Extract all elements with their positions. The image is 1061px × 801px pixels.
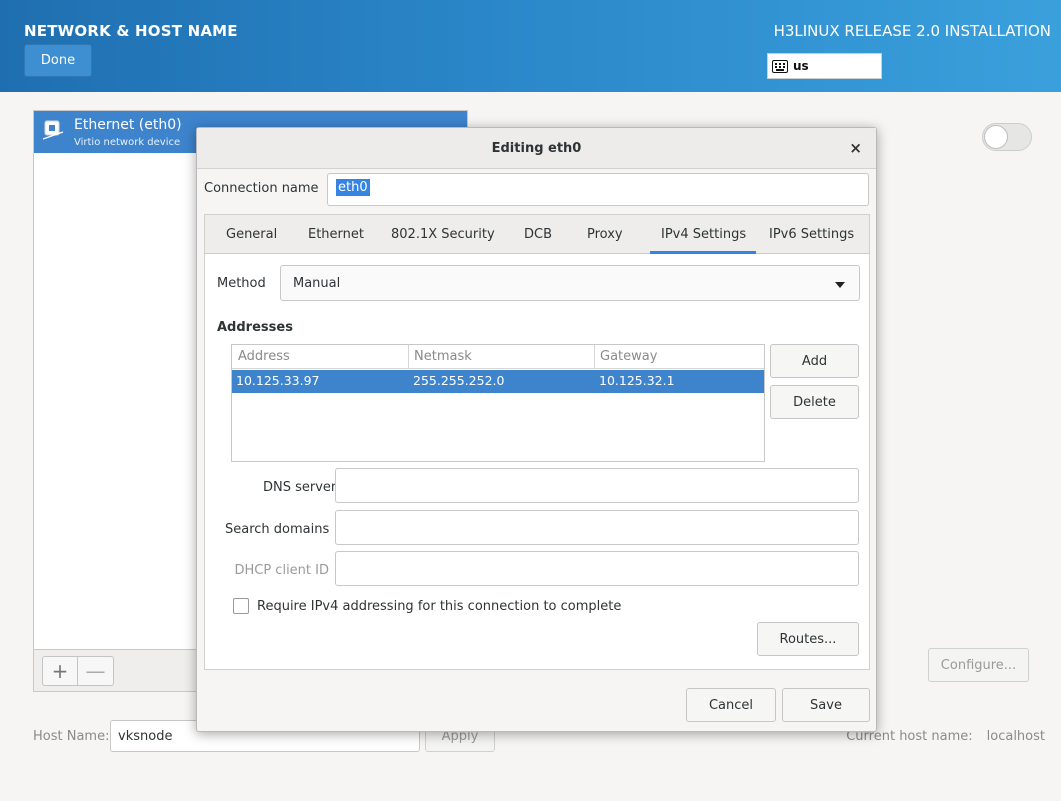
require-ipv4-row[interactable]: Require IPv4 addressing for this connect…	[233, 598, 621, 614]
current-hostname-value: localhost	[986, 729, 1045, 744]
dhcp-client-id-input[interactable]	[335, 551, 859, 586]
dhcp-client-id-label: DHCP client ID	[234, 563, 329, 578]
done-button[interactable]: Done	[24, 44, 92, 77]
dialog-title: Editing eth0	[491, 140, 582, 156]
tab-8021x-security[interactable]: 802.1X Security	[391, 227, 495, 242]
header-bar: NETWORK & HOST NAME Done H3LINUX RELEASE…	[0, 0, 1061, 92]
table-row[interactable]: 10.125.33.97 255.255.252.0 10.125.32.1	[232, 370, 764, 393]
tab-general[interactable]: General	[226, 227, 277, 242]
chevron-down-icon	[835, 282, 845, 288]
column-header-gateway[interactable]: Gateway	[600, 349, 657, 364]
tab-proxy[interactable]: Proxy	[587, 227, 623, 242]
search-domains-input[interactable]	[335, 510, 859, 545]
settings-tabs: General Ethernet 802.1X Security DCB Pro…	[204, 214, 870, 254]
keyboard-layout-indicator[interactable]: us	[767, 53, 882, 79]
method-value: Manual	[293, 276, 341, 291]
ethernet-icon	[42, 120, 64, 140]
delete-address-button[interactable]: Delete	[770, 385, 859, 419]
column-header-netmask[interactable]: Netmask	[414, 349, 472, 364]
connection-name-label: Connection name	[204, 181, 319, 196]
product-title: H3LINUX RELEASE 2.0 INSTALLATION	[773, 22, 1051, 40]
method-label: Method	[217, 276, 266, 291]
add-device-button[interactable]: +	[42, 656, 78, 686]
current-hostname: Current host name: localhost	[846, 729, 1045, 744]
connection-name-value: eth0	[336, 179, 370, 196]
tab-dcb[interactable]: DCB	[524, 227, 552, 242]
ipv4-settings-panel: Method Manual Addresses Address Netmask …	[204, 254, 870, 670]
addresses-table-header: Address Netmask Gateway	[232, 345, 764, 369]
tab-ipv4-settings[interactable]: IPv4 Settings	[661, 227, 746, 242]
gateway-cell[interactable]: 10.125.32.1	[599, 373, 675, 388]
dialog-titlebar: Editing eth0 ×	[197, 128, 876, 169]
tab-ethernet[interactable]: Ethernet	[308, 227, 364, 242]
addresses-heading: Addresses	[217, 320, 293, 335]
method-dropdown[interactable]: Manual	[280, 265, 860, 301]
save-button[interactable]: Save	[782, 688, 870, 722]
column-divider	[408, 345, 409, 369]
netmask-cell[interactable]: 255.255.252.0	[413, 373, 504, 388]
keyboard-layout-label: us	[793, 59, 809, 73]
keyboard-icon	[772, 59, 788, 73]
remove-device-button[interactable]: —	[78, 656, 114, 686]
require-ipv4-checkbox[interactable]	[233, 598, 249, 614]
page-title: NETWORK & HOST NAME	[24, 22, 238, 40]
device-toggle-switch[interactable]	[982, 123, 1032, 151]
editing-connection-dialog: Editing eth0 × Connection name eth0 Gene…	[196, 127, 877, 732]
column-divider	[594, 345, 595, 369]
close-icon[interactable]: ×	[849, 139, 862, 157]
column-header-address[interactable]: Address	[238, 349, 290, 364]
hostname-label: Host Name:	[33, 729, 110, 744]
address-cell[interactable]: 10.125.33.97	[236, 373, 320, 388]
routes-button[interactable]: Routes...	[757, 622, 859, 656]
addresses-table: Address Netmask Gateway 10.125.33.97 255…	[231, 344, 765, 462]
dns-servers-input[interactable]	[335, 468, 859, 503]
connection-name-input[interactable]: eth0	[327, 173, 869, 206]
device-name: Ethernet (eth0)	[74, 117, 182, 133]
dns-servers-label: DNS servers	[262, 480, 343, 495]
configure-button[interactable]: Configure...	[928, 648, 1029, 682]
add-address-button[interactable]: Add	[770, 344, 859, 378]
require-ipv4-label[interactable]: Require IPv4 addressing for this connect…	[257, 599, 621, 614]
toggle-knob	[984, 125, 1008, 149]
device-description: Virtio network device	[74, 137, 181, 148]
search-domains-label: Search domains	[225, 522, 330, 537]
cancel-button[interactable]: Cancel	[686, 688, 776, 722]
tab-ipv6-settings[interactable]: IPv6 Settings	[769, 227, 854, 242]
